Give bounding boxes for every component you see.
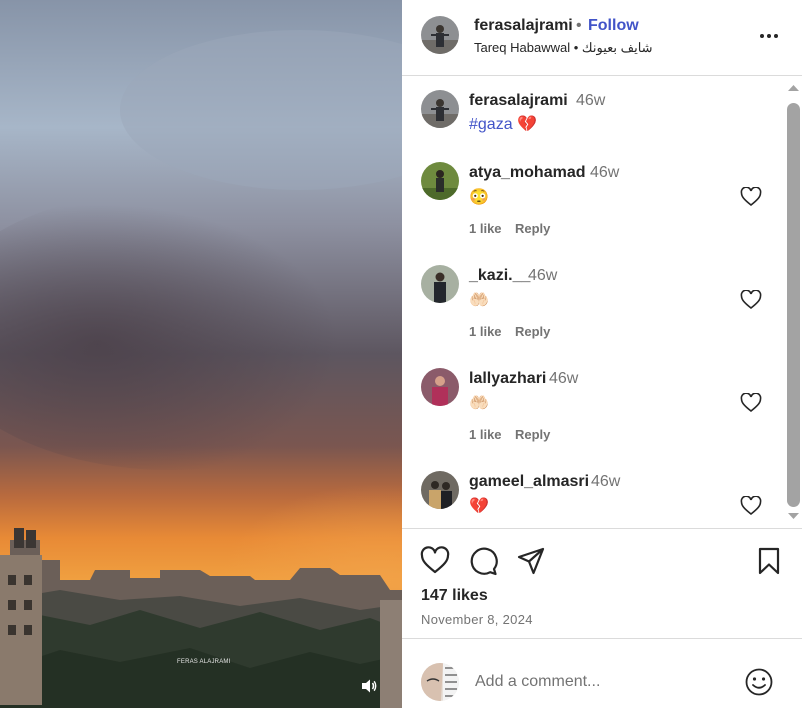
post-details-panel: ferasalajrami • Follow Tareq Habawwal • … bbox=[402, 0, 802, 708]
reply-button[interactable]: Reply bbox=[515, 324, 550, 339]
comment-text: 😳 bbox=[469, 189, 489, 206]
caption-username[interactable]: ferasalajrami bbox=[469, 92, 568, 110]
comment-avatar[interactable] bbox=[421, 471, 459, 509]
comment-time[interactable]: 46w bbox=[549, 370, 578, 388]
audio-info[interactable]: Tareq Habawwal • شايف بعيونك bbox=[474, 40, 653, 56]
comment-likes[interactable]: 1 like bbox=[469, 221, 502, 236]
reply-button[interactable]: Reply bbox=[515, 427, 550, 442]
comment-text: 🤲🏻 bbox=[469, 292, 489, 309]
smiley-icon[interactable] bbox=[744, 667, 774, 697]
comment-avatar[interactable] bbox=[421, 368, 459, 406]
volume-icon[interactable] bbox=[360, 677, 378, 695]
hashtag-link[interactable]: #gaza bbox=[469, 116, 513, 133]
bookmark-icon[interactable] bbox=[754, 546, 784, 576]
post-media[interactable]: FERAS ALAJRAMI bbox=[0, 0, 402, 708]
watermark-text: FERAS ALAJRAMI bbox=[177, 659, 231, 665]
comment-avatar[interactable] bbox=[421, 265, 459, 303]
sunset-photo bbox=[0, 0, 402, 708]
caption-emoji: 💔 bbox=[517, 116, 537, 133]
comment-time[interactable]: 46w bbox=[591, 473, 620, 491]
audio-artist: Tareq Habawwal bbox=[474, 40, 571, 55]
comment-text: 🤲🏻 bbox=[469, 395, 489, 412]
comment-heart-icon[interactable] bbox=[740, 495, 762, 516]
comment-avatar[interactable] bbox=[421, 162, 459, 200]
comment-username[interactable]: gameel_almasri bbox=[469, 473, 589, 491]
comment-input[interactable] bbox=[475, 671, 735, 693]
current-user-avatar[interactable] bbox=[421, 663, 459, 701]
comment-username[interactable]: atya_mohamad bbox=[469, 164, 586, 182]
header-separator: • bbox=[576, 17, 582, 34]
comments-list[interactable]: ferasalajrami 46w #gaza 💔 atya_mohamad 4… bbox=[402, 77, 802, 528]
comment-time[interactable]: 46w bbox=[590, 164, 619, 182]
comment-time[interactable]: 46w bbox=[528, 267, 557, 285]
scroll-down-arrow-icon[interactable] bbox=[785, 509, 802, 523]
author-username[interactable]: ferasalajrami bbox=[474, 17, 573, 35]
comment-icon[interactable] bbox=[468, 546, 498, 576]
scroll-up-arrow-icon[interactable] bbox=[785, 81, 802, 95]
comment-heart-icon[interactable] bbox=[740, 392, 762, 413]
comment-username[interactable]: _kazi.__ bbox=[469, 267, 530, 285]
reply-button[interactable]: Reply bbox=[515, 221, 550, 236]
caption-text: #gaza 💔 bbox=[469, 114, 537, 134]
post-actions: 147 likes November 8, 2024 bbox=[402, 528, 802, 638]
audio-separator: • bbox=[573, 40, 579, 55]
caption-avatar[interactable] bbox=[421, 90, 459, 128]
comment-likes[interactable]: 1 like bbox=[469, 427, 502, 442]
post-date[interactable]: November 8, 2024 bbox=[421, 612, 533, 627]
comment-likes[interactable]: 1 like bbox=[469, 324, 502, 339]
follow-button[interactable]: Follow bbox=[588, 17, 639, 35]
comment-username[interactable]: lallyazhari bbox=[469, 370, 546, 388]
scrollbar-thumb[interactable] bbox=[787, 103, 800, 507]
author-avatar[interactable] bbox=[421, 16, 459, 54]
caption-time[interactable]: 46w bbox=[576, 92, 605, 110]
comment-text: 💔 bbox=[469, 498, 489, 515]
post-header: ferasalajrami • Follow Tareq Habawwal • … bbox=[402, 0, 802, 76]
likes-count[interactable]: 147 likes bbox=[421, 587, 488, 605]
comment-heart-icon[interactable] bbox=[740, 289, 762, 310]
share-icon[interactable] bbox=[516, 546, 546, 576]
comments-scrollbar[interactable] bbox=[785, 77, 802, 528]
comment-heart-icon[interactable] bbox=[740, 186, 762, 207]
audio-title: شايف بعيونك bbox=[581, 40, 653, 55]
add-comment-bar bbox=[402, 638, 802, 708]
heart-icon[interactable] bbox=[420, 546, 450, 576]
more-options-icon[interactable] bbox=[758, 26, 780, 46]
